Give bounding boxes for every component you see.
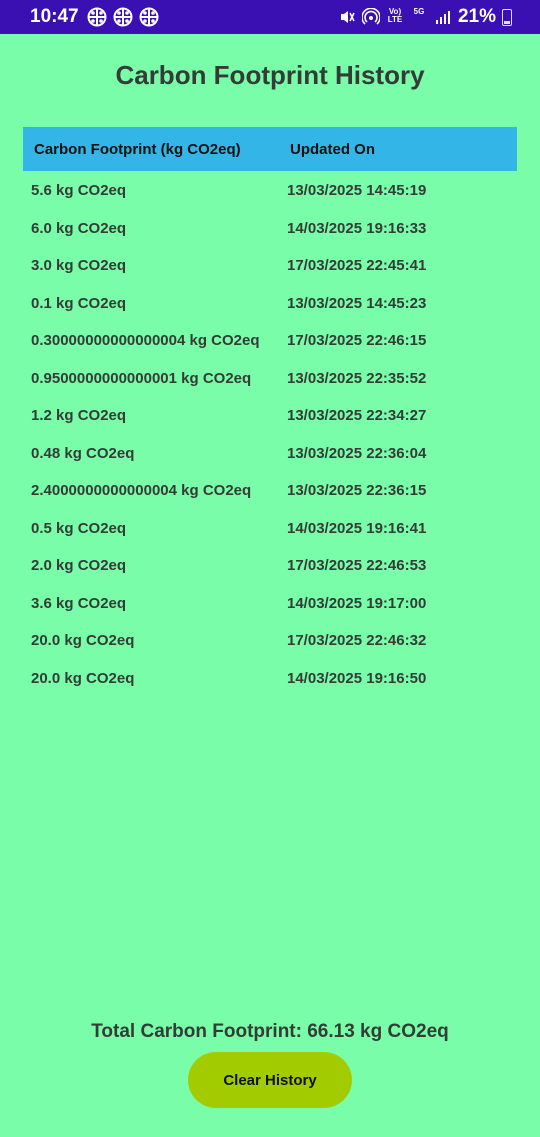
table-row: 3.0 kg CO2eq 17/03/2025 22:45:41 — [23, 246, 517, 284]
hotspot-icon — [361, 8, 380, 25]
updated-on-cell: 13/03/2025 14:45:19 — [287, 182, 427, 199]
column-header-updated-on: Updated On — [290, 140, 375, 158]
table-row: 0.5 kg CO2eq 14/03/2025 19:16:41 — [23, 509, 517, 547]
updated-on-cell: 13/03/2025 22:34:27 — [287, 407, 427, 424]
table-row: 20.0 kg CO2eq 17/03/2025 22:46:32 — [23, 621, 517, 659]
table-row: 3.6 kg CO2eq 14/03/2025 19:17:00 — [23, 584, 517, 622]
updated-on-cell: 17/03/2025 22:46:15 — [287, 332, 427, 349]
updated-on-cell: 14/03/2025 19:16:41 — [287, 519, 427, 537]
footprint-cell: 2.0 kg CO2eq — [31, 557, 127, 574]
app-notification-icon — [113, 7, 133, 27]
table-row: 0.9500000000000001 kg CO2eq 13/03/2025 2… — [23, 359, 517, 397]
footprint-cell: 2.4000000000000004 kg CO2eq — [31, 482, 252, 499]
footprint-cell: 20.0 kg CO2eq — [31, 669, 135, 687]
updated-on-cell: 17/03/2025 22:46:53 — [287, 557, 427, 574]
battery-icon — [502, 8, 512, 26]
footprint-cell: 1.2 kg CO2eq — [31, 407, 127, 424]
table-row: 2.4000000000000004 kg CO2eq 13/03/2025 2… — [23, 471, 517, 509]
footprint-cell: 5.6 kg CO2eq — [31, 182, 127, 199]
history-table: 5.6 kg CO2eq 13/03/2025 14:45:19 6.0 kg … — [23, 171, 517, 696]
column-header-footprint: Carbon Footprint (kg CO2eq) — [34, 140, 241, 158]
table-row: 2.0 kg CO2eq 17/03/2025 22:46:53 — [23, 546, 517, 584]
footprint-cell: 6.0 kg CO2eq — [31, 219, 127, 237]
updated-on-cell: 17/03/2025 22:45:41 — [287, 257, 427, 274]
table-row: 5.6 kg CO2eq 13/03/2025 14:45:19 — [23, 171, 517, 209]
updated-on-cell: 13/03/2025 22:36:15 — [287, 482, 427, 499]
footprint-cell: 0.9500000000000001 kg CO2eq — [31, 369, 252, 387]
volte-icon: Vo) LTE — [387, 7, 403, 24]
table-row: 0.48 kg CO2eq 13/03/2025 22:36:04 — [23, 434, 517, 472]
updated-on-cell: 13/03/2025 22:36:04 — [287, 444, 427, 462]
mute-vibrate-icon — [340, 11, 355, 23]
app-notification-icon — [139, 7, 159, 27]
footprint-cell: 0.1 kg CO2eq — [31, 294, 127, 312]
footprint-cell: 0.48 kg CO2eq — [31, 444, 135, 462]
footprint-cell: 3.0 kg CO2eq — [31, 257, 127, 274]
status-right: Vo) LTE 5G 21% — [338, 6, 512, 28]
updated-on-cell: 14/03/2025 19:17:00 — [287, 594, 427, 612]
signal-icon — [435, 11, 450, 24]
total-footprint: Total Carbon Footprint: 66.13 kg CO2eq — [91, 1021, 449, 1042]
footprint-cell: 20.0 kg CO2eq — [31, 632, 135, 649]
page-title: Carbon Footprint History — [115, 60, 425, 90]
table-row: 20.0 kg CO2eq 14/03/2025 19:16:50 — [23, 659, 517, 697]
updated-on-cell: 13/03/2025 14:45:23 — [287, 294, 427, 312]
updated-on-cell: 14/03/2025 19:16:33 — [287, 219, 427, 237]
5g-icon: 5G — [413, 7, 425, 16]
table-header: Carbon Footprint (kg CO2eq) Updated On — [23, 127, 517, 171]
table-row: 1.2 kg CO2eq 13/03/2025 22:34:27 — [23, 396, 517, 434]
status-time: 10:47 — [30, 6, 79, 27]
status-bar: 10:47 Vo) LTE 5G 21% — [0, 0, 540, 34]
status-left: 10:47 — [30, 6, 159, 28]
clear-history-button[interactable]: Clear History — [188, 1052, 352, 1108]
table-row: 0.1 kg CO2eq 13/03/2025 14:45:23 — [23, 284, 517, 322]
updated-on-cell: 14/03/2025 19:16:50 — [287, 669, 427, 687]
updated-on-cell: 17/03/2025 22:46:32 — [287, 632, 427, 649]
footprint-cell: 0.5 kg CO2eq — [31, 519, 127, 537]
battery-percent: 21% — [457, 6, 496, 27]
footprint-cell: 3.6 kg CO2eq — [31, 594, 127, 612]
footprint-cell: 0.30000000000000004 kg CO2eq — [31, 332, 260, 349]
updated-on-cell: 13/03/2025 22:35:52 — [287, 369, 427, 387]
table-row: 6.0 kg CO2eq 14/03/2025 19:16:33 — [23, 209, 517, 247]
app-notification-icon — [87, 7, 107, 27]
table-row: 0.30000000000000004 kg CO2eq 17/03/2025 … — [23, 321, 517, 359]
